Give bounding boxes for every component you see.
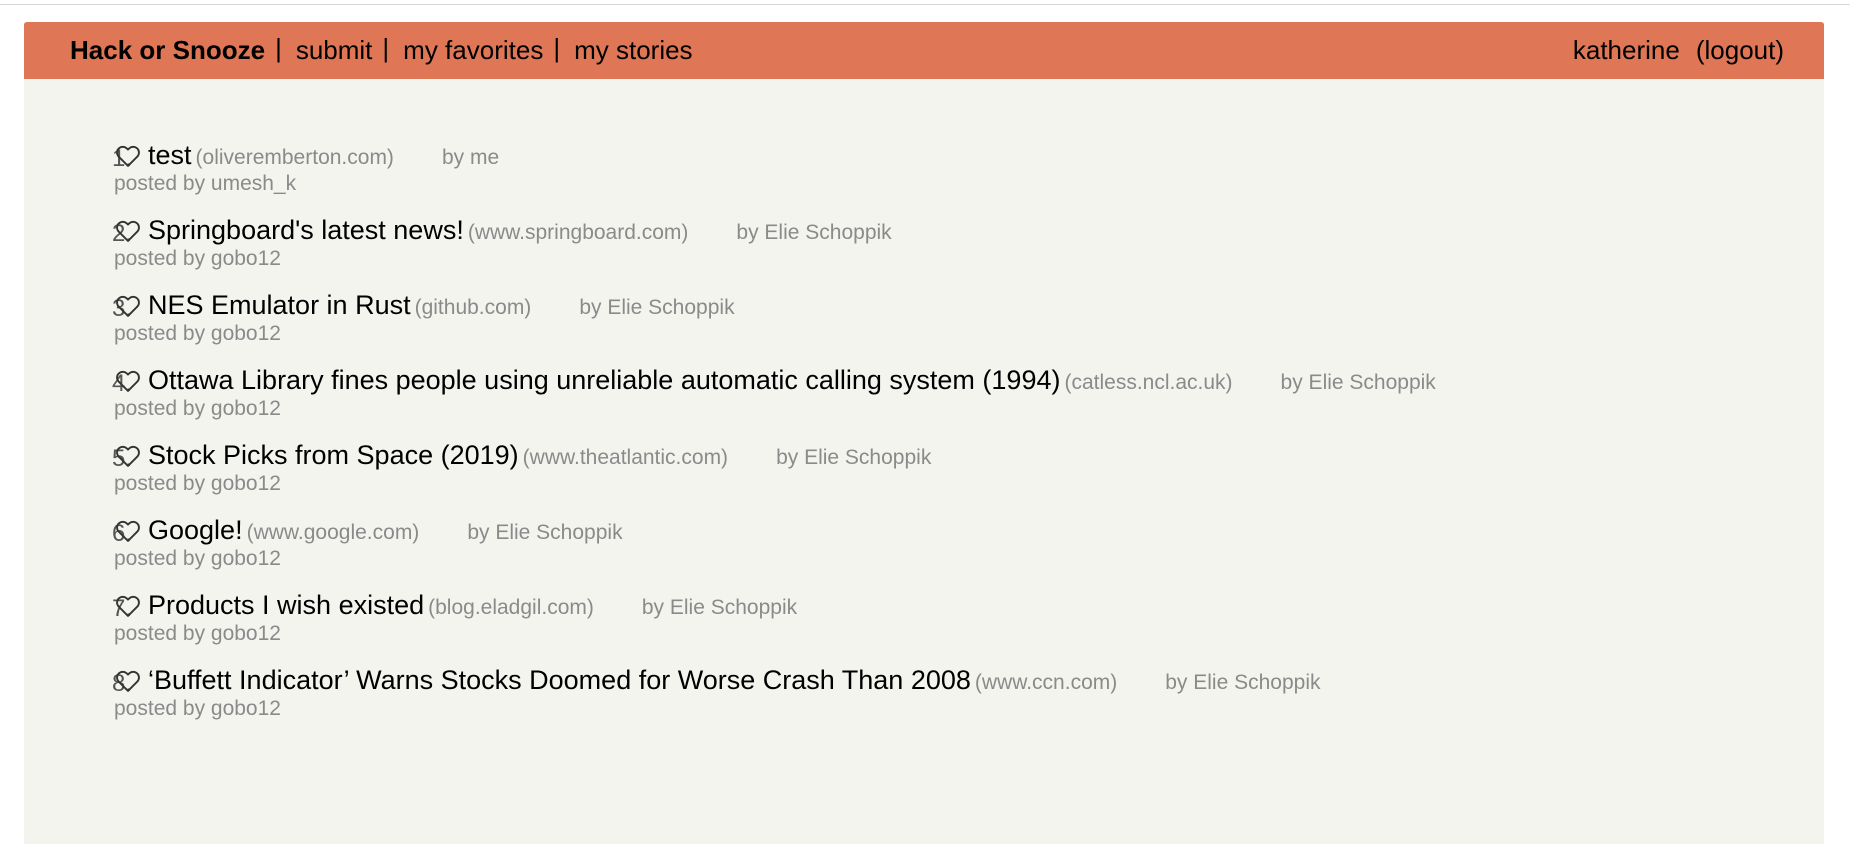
- story-title-link[interactable]: ‘Buffett Indicator’ Warns Stocks Doomed …: [148, 665, 971, 695]
- story-hostname: (www.ccn.com): [974, 671, 1118, 694]
- story-author: by Elie Schoppik: [641, 596, 798, 619]
- story-title-link[interactable]: Google!: [148, 515, 243, 545]
- nav-separator: |: [382, 33, 390, 63]
- story-title-link[interactable]: test: [148, 140, 192, 170]
- story-author: by me: [441, 146, 500, 169]
- top-divider: [0, 4, 1850, 5]
- heart-icon[interactable]: [114, 442, 142, 470]
- logout-link[interactable]: (logout): [1696, 35, 1784, 66]
- story-title-link[interactable]: Stock Picks from Space (2019): [148, 440, 519, 470]
- story-line: Products I wish existed (blog.eladgil.com…: [148, 590, 797, 621]
- story-posted-by: posted by gobo12: [114, 697, 281, 720]
- story-author: by Elie Schoppik: [579, 296, 735, 319]
- nav-separator: |: [553, 33, 561, 63]
- story-author: by Elie Schoppik: [1280, 371, 1436, 394]
- nav-separator: |: [275, 33, 282, 63]
- story-author: by Elie Schoppik: [467, 521, 623, 544]
- story-posted-by: posted by gobo12: [114, 547, 281, 570]
- nav-right: katherine (logout): [1573, 35, 1784, 66]
- story-hostname: (oliveremberton.com): [195, 146, 394, 169]
- nav-submit-link[interactable]: submit: [296, 35, 373, 66]
- story-posted-by: posted by umesh_k: [114, 172, 297, 195]
- heart-icon[interactable]: [114, 667, 142, 695]
- story-hostname: (blog.eladgil.com): [428, 596, 594, 619]
- heart-icon[interactable]: [114, 367, 142, 395]
- story-line: ‘Buffett Indicator’ Warns Stocks Doomed …: [148, 665, 1321, 696]
- nav-my-stories-link[interactable]: my stories: [574, 35, 692, 66]
- heart-icon[interactable]: [114, 217, 142, 245]
- story-author: by Elie Schoppik: [1165, 671, 1321, 694]
- story-posted-by: posted by gobo12: [114, 622, 281, 645]
- story-line: Ottawa Library fines people using unreli…: [148, 365, 1436, 396]
- story-title-link[interactable]: Products I wish existed: [148, 590, 424, 620]
- story-posted-by: posted by gobo12: [114, 397, 281, 420]
- user-profile-link[interactable]: katherine: [1573, 35, 1680, 66]
- heart-icon[interactable]: [114, 517, 142, 545]
- story-line: Google! (www.google.com) by Elie Schoppik: [148, 515, 623, 546]
- brand-link[interactable]: Hack or Snooze: [70, 35, 265, 66]
- heart-icon[interactable]: [114, 292, 142, 320]
- story-posted-by: posted by gobo12: [114, 247, 281, 270]
- navbar: Hack or Snooze | submit | my favorites |…: [24, 22, 1824, 79]
- story-hostname: (www.theatlantic.com): [522, 446, 729, 469]
- story-posted-by: posted by gobo12: [114, 472, 281, 495]
- nav-left: Hack or Snooze | submit | my favorites |…: [70, 33, 693, 66]
- story-line: test (oliveremberton.com) by me: [148, 140, 499, 171]
- story-title-link[interactable]: Ottawa Library fines people using unreli…: [148, 365, 1060, 395]
- story-line: Springboard's latest news! (www.springboa…: [148, 215, 892, 246]
- story-author: by Elie Schoppik: [736, 221, 892, 244]
- story-author: by Elie Schoppik: [776, 446, 932, 469]
- heart-icon[interactable]: [114, 592, 142, 620]
- story-line: NES Emulator in Rust (github.com) by Elie …: [148, 290, 735, 321]
- story-posted-by: posted by gobo12: [114, 322, 281, 345]
- story-hostname: (www.google.com): [246, 521, 420, 544]
- story-hostname: (github.com): [414, 296, 532, 319]
- story-hostname: (catless.ncl.ac.uk): [1064, 371, 1233, 394]
- page-container: Hack or Snooze | submit | my favorites |…: [24, 22, 1824, 844]
- story-title-link[interactable]: Springboard's latest news!: [148, 215, 464, 245]
- heart-icon[interactable]: [114, 142, 142, 170]
- story-line: Stock Picks from Space (2019) (www.theatl…: [148, 440, 931, 471]
- nav-favorites-link[interactable]: my favorites: [403, 35, 543, 66]
- story-title-link[interactable]: NES Emulator in Rust: [148, 290, 411, 320]
- story-hostname: (www.springboard.com): [467, 221, 689, 244]
